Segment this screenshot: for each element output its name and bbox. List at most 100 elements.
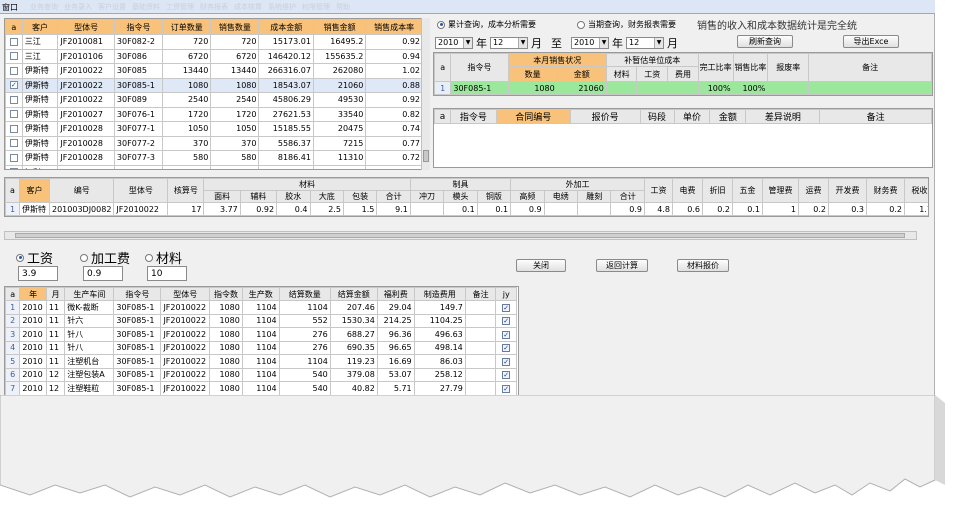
table-row[interactable]: 1 2010 11 微K-裁断 30F085-1 JF2010022 1080 1104 110… xyxy=(5,300,517,315)
cell-order[interactable]: 30F082-2 xyxy=(113,34,164,50)
col-complete[interactable]: 完工比率 xyxy=(697,53,734,82)
col-wage-header[interactable]: 年 xyxy=(19,287,47,301)
cell-ordqty[interactable]: 1080 xyxy=(209,340,243,355)
cell-order-qty[interactable]: 1720 xyxy=(162,106,212,122)
cell-wel[interactable]: 29.04 xyxy=(376,300,415,315)
col-scrap[interactable]: 报废率 xyxy=(767,53,810,82)
table-row[interactable]: 伊斯特 JF2010022 30F085 13440 13440 266316.07 262… xyxy=(5,63,423,79)
radio-wage-dot[interactable] xyxy=(16,253,24,262)
cell-sale-qty[interactable]: 3600 xyxy=(210,164,260,169)
cell-mfg[interactable]: 149.7 xyxy=(413,300,466,315)
cell-sale-qty[interactable]: 580 xyxy=(210,150,260,166)
col-tail-freight[interactable]: 运费 xyxy=(798,178,829,203)
radio-material-dot[interactable] xyxy=(145,253,153,262)
col-wage[interactable]: 工资 xyxy=(636,66,669,82)
col-wage-header[interactable]: 指令数 xyxy=(209,287,243,301)
cell-ratio[interactable]: 0.91 xyxy=(365,164,423,169)
row-checkbox[interactable] xyxy=(9,110,18,119)
cell-scrap[interactable] xyxy=(767,81,810,95)
col-cost[interactable]: 成本金额 xyxy=(258,19,314,35)
cell-m[interactable]: 11 xyxy=(45,327,66,342)
col-wage-header[interactable]: 月 xyxy=(45,287,66,301)
cell-amt[interactable]: 119.23 xyxy=(329,354,378,369)
cell-y[interactable]: 2010 xyxy=(19,367,47,382)
menu-item[interactable]: 业务查询 xyxy=(30,2,58,12)
radio-current-dot[interactable] xyxy=(577,20,585,29)
cell-ratio[interactable]: 0.74 xyxy=(365,121,423,137)
cell-tooling[interactable]: 0.1 xyxy=(443,202,478,216)
refresh-button[interactable]: 刷新查询 xyxy=(737,35,793,48)
col-wage-header[interactable]: 生产数 xyxy=(241,287,280,301)
col-order[interactable]: 指令号 xyxy=(113,19,164,35)
cell-note[interactable] xyxy=(464,354,497,369)
cell-y[interactable]: 2010 xyxy=(19,381,47,396)
cell-model[interactable]: JF2010022 xyxy=(160,381,211,396)
cell-sale-qty[interactable]: 1720 xyxy=(210,106,260,122)
chevron-down-icon[interactable]: ▼ xyxy=(463,38,472,48)
cell-customer[interactable]: 伊斯特 xyxy=(21,150,59,166)
col-quote-no[interactable]: 报价号 xyxy=(569,109,641,124)
material-quote-button[interactable]: 材料报价 xyxy=(677,259,729,272)
row-checkbox-cell[interactable] xyxy=(5,92,23,108)
row-checkbox[interactable] xyxy=(9,139,18,148)
cell-amt[interactable]: 40.82 xyxy=(329,381,378,396)
cell-y[interactable]: 2010 xyxy=(19,327,47,342)
cell-jy[interactable]: ✓ xyxy=(495,354,517,369)
cell-ws[interactable]: 针六 xyxy=(64,313,115,328)
col-contract-order[interactable]: 指令号 xyxy=(449,109,497,124)
cell-sq[interactable]: 552 xyxy=(278,313,331,328)
jy-checkbox[interactable]: ✓ xyxy=(502,357,511,366)
cell-amount[interactable]: 21060 xyxy=(556,81,607,95)
cell-sales[interactable]: 155635.2 xyxy=(312,48,367,64)
cell-model[interactable]: JF2010022 xyxy=(160,340,211,355)
cell-wel[interactable]: 16.69 xyxy=(376,354,415,369)
cell-model[interactable]: JF2010028 xyxy=(57,150,115,166)
cell-tooling[interactable]: 0.1 xyxy=(476,202,512,216)
cell-cost[interactable]: 27621.53 xyxy=(258,106,314,122)
cell-order[interactable]: 30F085 xyxy=(113,63,164,79)
table-row[interactable]: 伊斯特 JF2010028 30F077-3 580 580 8186.41 11310 0.… xyxy=(5,150,423,166)
row-checkbox[interactable] xyxy=(9,124,18,133)
cell-ratio[interactable]: 0.88 xyxy=(365,77,423,93)
order-grid-scrollbar[interactable] xyxy=(421,18,430,170)
jy-checkbox[interactable]: ✓ xyxy=(502,317,511,326)
col-contract-no[interactable]: 合同编号 xyxy=(495,109,571,124)
radio-cumulative[interactable]: 累计查询，成本分析需要 xyxy=(437,19,536,30)
cell-ratio[interactable]: 1.02 xyxy=(365,63,423,79)
cell-wel[interactable]: 214.25 xyxy=(376,313,415,328)
cell-model[interactable]: JF2010022 xyxy=(113,202,169,216)
cell-model[interactable]: JF2010028 xyxy=(57,121,115,137)
cell-prod[interactable]: 1104 xyxy=(241,381,280,396)
table-row[interactable]: 三江 JF2010106 30F086 6720 6720 146420.12 155635… xyxy=(5,48,423,64)
col-cost-code[interactable]: 编号 xyxy=(48,178,115,203)
cell-m[interactable]: 11 xyxy=(45,354,66,369)
cell-material[interactable]: 2.5 xyxy=(309,202,344,216)
cell-order[interactable]: 30F077-1 xyxy=(113,121,164,137)
cell-material[interactable] xyxy=(605,81,638,95)
cell-model[interactable]: JF2010022 xyxy=(57,63,115,79)
cell-customer[interactable]: 伊斯特 xyxy=(21,92,59,108)
radio-cumulative-dot[interactable] xyxy=(437,20,445,29)
col-sub-material[interactable]: 合计 xyxy=(376,190,411,203)
cell-prod[interactable]: 1104 xyxy=(241,313,280,328)
chevron-down-icon[interactable]: ▼ xyxy=(518,38,527,48)
row-checkbox-cell[interactable] xyxy=(5,164,23,169)
cell-ord[interactable]: 30F085-1 xyxy=(113,327,162,342)
row-checkbox-cell[interactable]: ✓ xyxy=(5,77,23,93)
col-wage-header[interactable]: 备注 xyxy=(464,287,497,301)
close-button[interactable]: 关闭 xyxy=(516,259,566,272)
row-checkbox-cell[interactable] xyxy=(5,34,23,50)
cell-outsource[interactable]: 0.9 xyxy=(510,202,545,216)
cell-cost[interactable]: 15185.55 xyxy=(258,121,314,137)
col-tail-power[interactable]: 电费 xyxy=(672,178,703,203)
cell-sq[interactable]: 276 xyxy=(278,327,331,342)
scroll-thumb[interactable] xyxy=(423,150,429,162)
cell-mfg[interactable]: 27.79 xyxy=(413,381,466,396)
process-input[interactable]: 0.9 xyxy=(83,266,123,281)
cell-amt[interactable]: 1530.34 xyxy=(329,313,378,328)
col-sub-material[interactable]: 大底 xyxy=(309,190,344,203)
row-checkbox-cell[interactable] xyxy=(5,121,23,137)
col-sub-material[interactable]: 辅料 xyxy=(239,190,278,203)
col-wage-header[interactable]: 制造费用 xyxy=(413,287,466,301)
cell-tail[interactable]: 0.2 xyxy=(866,202,905,216)
